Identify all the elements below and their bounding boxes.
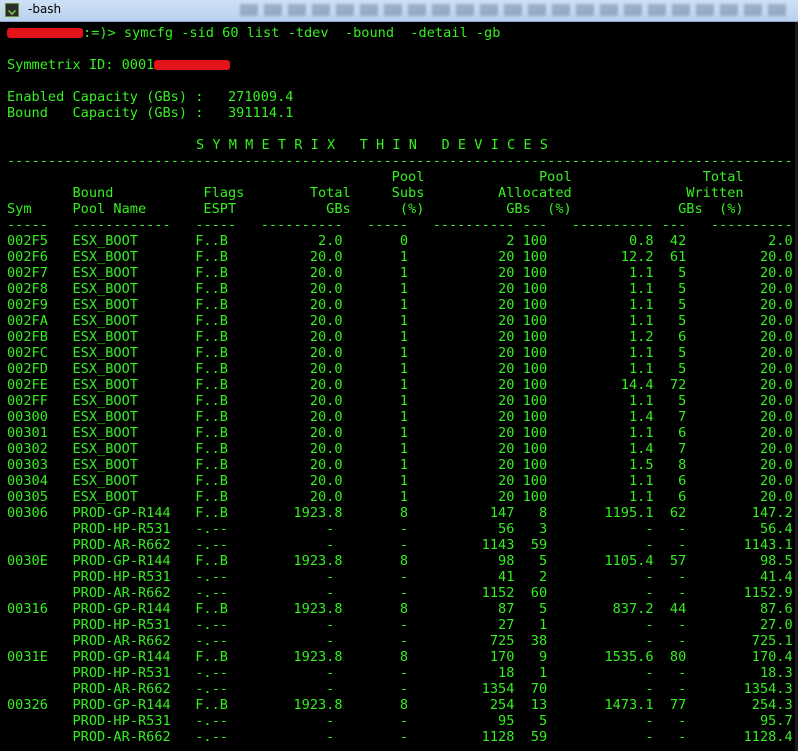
table-row: 00316 PROD-GP-R144 F..B 1923.8 8 87 5 83…: [7, 601, 798, 617]
table-header-1: Pool Pool Total Compressed: [391, 169, 744, 185]
redacted-hostname: [7, 28, 83, 38]
table-row: 002F6 ESX_BOOT F..B 20.0 1 20 100 12.2 6…: [7, 249, 798, 265]
terminal-output[interactable]: :=)> symcfg -sid 60 list -tdev -bound -d…: [0, 22, 798, 751]
table-row: 00303 ESX_BOOT F..B 20.0 1 20 100 1.5 8 …: [7, 457, 798, 473]
table-row: 002F5 ESX_BOOT F..B 2.0 0 2 100 0.8 42 2…: [7, 233, 798, 249]
blurred-titlebar-area: [240, 4, 790, 16]
prompt-suffix: :=)>: [83, 25, 124, 41]
table-row: 00302 ESX_BOOT F..B 20.0 1 20 100 1.4 7 …: [7, 441, 798, 457]
table-row: 00301 ESX_BOOT F..B 20.0 1 20 100 1.1 6 …: [7, 425, 798, 441]
table-row: PROD-AR-R662 -.-- - - 1152 60 - - 1152.9…: [7, 585, 798, 601]
table-row: 00326 PROD-GP-R144 F..B 1923.8 8 254 13 …: [7, 697, 798, 713]
table-row: 0030E PROD-GP-R144 F..B 1923.8 8 98 5 11…: [7, 553, 798, 569]
table-row: PROD-HP-R531 -.-- - - 18 1 - - 18.3 0: [7, 665, 798, 681]
table-row: 002FB ESX_BOOT F..B 20.0 1 20 100 1.2 6 …: [7, 329, 798, 345]
table-row: 00304 ESX_BOOT F..B 20.0 1 20 100 1.1 6 …: [7, 473, 798, 489]
symmetrix-id-line: Symmetrix ID: 0001: [7, 57, 231, 73]
table-rule: ----------------------------------------…: [7, 153, 798, 169]
table-header-3: Sym Pool Name ESPT GBs (%) GBs (%) GBs (…: [7, 201, 744, 217]
table-title: S Y M M E T R I X T H I N D E V I C E S: [196, 137, 548, 153]
command-text: symcfg -sid 60 list -tdev -bound -detail…: [123, 25, 501, 41]
terminal-icon: [5, 3, 19, 17]
bound-capacity: Bound Capacity (GBs) : 391114.1: [7, 105, 294, 121]
table-row: 002FD ESX_BOOT F..B 20.0 1 20 100 1.1 5 …: [7, 361, 798, 377]
window-title: -bash: [28, 2, 62, 16]
table-row: PROD-HP-R531 -.-- - - 95 5 - - 95.7 0: [7, 713, 798, 729]
table-row: 002FE ESX_BOOT F..B 20.0 1 20 100 14.4 7…: [7, 377, 798, 393]
table-row: 002FC ESX_BOOT F..B 20.0 1 20 100 1.1 5 …: [7, 345, 798, 361]
table-row: PROD-AR-R662 -.-- - - 1128 59 - - 1128.4…: [7, 729, 798, 745]
window-titlebar: -bash: [0, 0, 798, 22]
redacted-symmetrix-id: [154, 60, 231, 70]
table-header-2: Bound Flags Total Subs Allocated Written…: [72, 185, 744, 201]
table-row: 002F9 ESX_BOOT F..B 20.0 1 20 100 1.1 5 …: [7, 297, 798, 313]
table-row: PROD-HP-R531 -.-- - - 56 3 - - 56.4 0: [7, 521, 798, 537]
symmetrix-id-prefix: 0001: [121, 57, 155, 73]
table-row: 0031E PROD-GP-R144 F..B 1923.8 8 170 9 1…: [7, 649, 798, 665]
table-row: 002F7 ESX_BOOT F..B 20.0 1 20 100 1.1 5 …: [7, 265, 798, 281]
table-row: 00300 ESX_BOOT F..B 20.0 1 20 100 1.4 7 …: [7, 409, 798, 425]
table-row: PROD-AR-R662 -.-- - - 725 38 - - 725.1 0: [7, 633, 798, 649]
enabled-capacity: Enabled Capacity (GBs) : 271009.4: [7, 89, 294, 105]
symmetrix-id-label: Symmetrix ID:: [7, 57, 122, 73]
table-row: PROD-HP-R531 -.-- - - 41 2 - - 41.4 0: [7, 569, 798, 585]
table-row: PROD-AR-R662 -.-- - - 1143 59 - - 1143.1…: [7, 537, 798, 553]
table-row: 002FA ESX_BOOT F..B 20.0 1 20 100 1.1 5 …: [7, 313, 798, 329]
table-header-4: ----- ------------ ----- ---------- ----…: [7, 217, 798, 233]
table-row: 002F8 ESX_BOOT F..B 20.0 1 20 100 1.1 5 …: [7, 281, 798, 297]
table-row: PROD-HP-R531 -.-- - - 27 1 - - 27.0 0: [7, 617, 798, 633]
table-row: PROD-AR-R662 -.-- - - 1354 70 - - 1354.3…: [7, 681, 798, 697]
command-line: :=)> symcfg -sid 60 list -tdev -bound -d…: [7, 25, 500, 41]
table-row: 002FF ESX_BOOT F..B 20.0 1 20 100 1.1 5 …: [7, 393, 798, 409]
table-row: 00306 PROD-GP-R144 F..B 1923.8 8 147 8 1…: [7, 505, 798, 521]
table-row: 00305 ESX_BOOT F..B 20.0 1 20 100 1.1 6 …: [7, 489, 798, 505]
